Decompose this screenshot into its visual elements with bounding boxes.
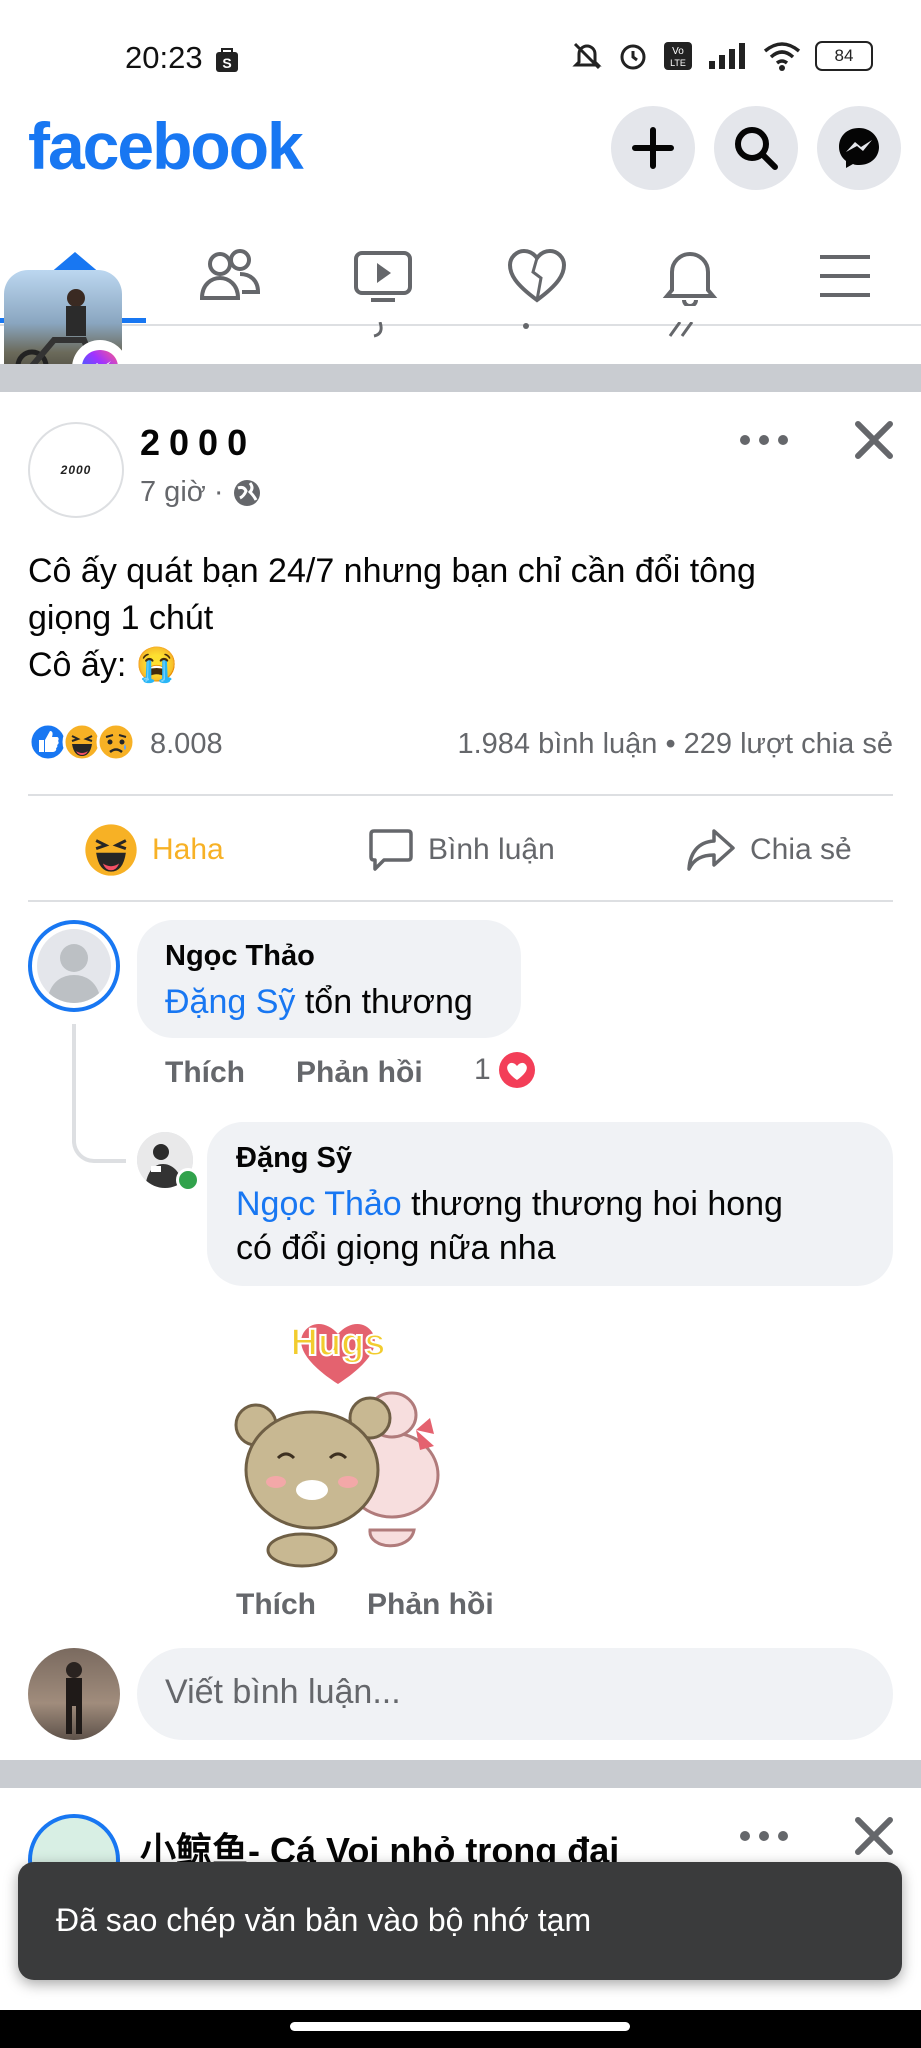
- post-meta: 7 giờ ·: [140, 476, 262, 509]
- default-avatar-icon: [47, 944, 101, 1003]
- haha-button[interactable]: Haha: [84, 822, 224, 878]
- signal-icon: [709, 43, 745, 69]
- wifi-icon: [763, 42, 801, 71]
- more-dot-icon: [778, 435, 788, 445]
- hugs-sticker[interactable]: Hugs: [220, 1300, 470, 1575]
- love-reaction-icon: [498, 1052, 535, 1088]
- post-author-avatar[interactable]: 2000: [28, 422, 124, 518]
- sticker-text: Hugs: [291, 1322, 386, 1364]
- comment-button[interactable]: Bình luận: [368, 822, 555, 878]
- stats-divider: [28, 794, 893, 796]
- more-dot-icon: [759, 1831, 769, 1841]
- messenger-button[interactable]: [817, 106, 901, 190]
- hide-post-close-icon[interactable]: [852, 418, 896, 462]
- default-avatar: [37, 929, 111, 1003]
- post-separator: [0, 364, 921, 392]
- post-author-name[interactable]: 2000: [140, 422, 256, 464]
- online-indicator: [176, 1168, 200, 1192]
- friends-icon: [199, 249, 261, 300]
- post-text-line: Cô ấy: 😭: [28, 646, 179, 684]
- dating-icon: [507, 248, 567, 303]
- reply-mention[interactable]: Ngọc Thảo: [236, 1185, 402, 1223]
- mute-bell-icon: [572, 42, 602, 70]
- reaction-count[interactable]: 8.008: [150, 728, 223, 761]
- comment-reaction[interactable]: 1: [474, 1050, 537, 1090]
- reply-author[interactable]: Đặng Sỹ: [236, 1142, 352, 1175]
- create-button[interactable]: [611, 106, 695, 190]
- post-text: Cô ấy quát bạn 24/7 nhưng bạn chỉ cần đổ…: [28, 548, 888, 689]
- post-text-line: Cô ấy quát bạn 24/7 nhưng bạn chỉ cần đổ…: [28, 552, 756, 590]
- post-stats[interactable]: 1.984 bình luận • 229 lượt chia sẻ: [457, 728, 893, 761]
- status-time: 20:23: [125, 40, 203, 75]
- comment-icon: [369, 829, 413, 871]
- comment-reaction-count: 1: [474, 1053, 491, 1086]
- status-icons: Vo LTE 84: [571, 40, 873, 72]
- post-more-button[interactable]: [740, 420, 788, 460]
- post-text-line: giọng 1 chút: [28, 599, 214, 637]
- haha-label: Haha: [152, 833, 224, 866]
- reply-like-button[interactable]: Thích: [236, 1588, 316, 1622]
- facebook-logo: facebook: [28, 109, 304, 183]
- search-icon: [735, 127, 778, 170]
- more-dot-icon: [740, 435, 750, 445]
- menu-icon: [820, 255, 870, 297]
- nav-friends[interactable]: [155, 228, 305, 324]
- sad-reaction-icon: [96, 722, 136, 762]
- comment-avatar[interactable]: [28, 920, 120, 1012]
- nav-dating[interactable]: [462, 228, 612, 324]
- battery-level: 84: [834, 46, 854, 65]
- watch-icon: [354, 251, 412, 302]
- more-dot-icon: [778, 1831, 788, 1841]
- toast-text: Đã sao chép văn bản vào bộ nhớ tạm: [56, 1902, 592, 1938]
- haha-icon: [85, 824, 137, 876]
- alarm-icon: [620, 44, 646, 70]
- nav-notifications[interactable]: [615, 228, 765, 324]
- comment-mention[interactable]: Đặng Sỹ: [165, 983, 295, 1021]
- thread-line: [72, 1024, 126, 1163]
- svg-text:S: S: [222, 55, 231, 71]
- battery-icon: 84: [815, 41, 873, 71]
- comment-label: Bình luận: [428, 833, 555, 866]
- globe-icon: [233, 479, 260, 506]
- plus-icon: [632, 127, 674, 169]
- reply-text-line: Ngọc Thảo thương thương hoi hong: [236, 1182, 876, 1226]
- messenger-icon: [839, 128, 879, 168]
- nav-menu[interactable]: [770, 228, 920, 324]
- next-post-more-button[interactable]: [740, 1816, 788, 1856]
- comment-author[interactable]: Ngọc Thảo: [165, 940, 315, 973]
- home-indicator[interactable]: [290, 2022, 630, 2031]
- reaction-icons[interactable]: [28, 722, 136, 762]
- more-dot-icon: [740, 1831, 750, 1841]
- current-user-photo: [66, 1662, 82, 1734]
- write-comment-placeholder: Viết bình luận...: [165, 1673, 401, 1711]
- reply-text-line: có đổi giọng nữa nha: [236, 1229, 556, 1267]
- share-button[interactable]: Chia sẻ: [686, 822, 852, 878]
- current-user-avatar[interactable]: [28, 1648, 120, 1740]
- post-time[interactable]: 7 giờ ·: [140, 476, 224, 509]
- share-icon: [687, 829, 735, 871]
- search-button[interactable]: [714, 106, 798, 190]
- prev-post-actions: [373, 322, 694, 338]
- svg-text:LTE: LTE: [670, 58, 686, 68]
- comment-body: tổn thương: [295, 983, 473, 1021]
- volte-icon: VoLTE: [664, 42, 692, 70]
- reply-body: thương thương hoi hong: [401, 1185, 783, 1223]
- nav-watch[interactable]: [308, 228, 458, 324]
- actions-divider: [28, 900, 893, 902]
- next-post-close-icon[interactable]: [852, 1814, 896, 1858]
- comment-like-button[interactable]: Thích: [165, 1056, 245, 1090]
- share-label: Chia sẻ: [750, 833, 852, 866]
- notifications-icon: [662, 252, 718, 306]
- wallet-icon: S: [216, 48, 238, 72]
- reply-text: Ngọc Thảo thương thương hoi hong có đổi …: [236, 1182, 876, 1270]
- svg-text:Vo: Vo: [672, 46, 684, 57]
- comment-text: Đặng Sỹ tổn thương: [165, 980, 473, 1024]
- more-dot-icon: [759, 435, 769, 445]
- post-separator-2: [0, 1760, 921, 1788]
- reply-reply-button[interactable]: Phản hồi: [367, 1588, 494, 1622]
- comment-reply-button[interactable]: Phản hồi: [296, 1056, 423, 1090]
